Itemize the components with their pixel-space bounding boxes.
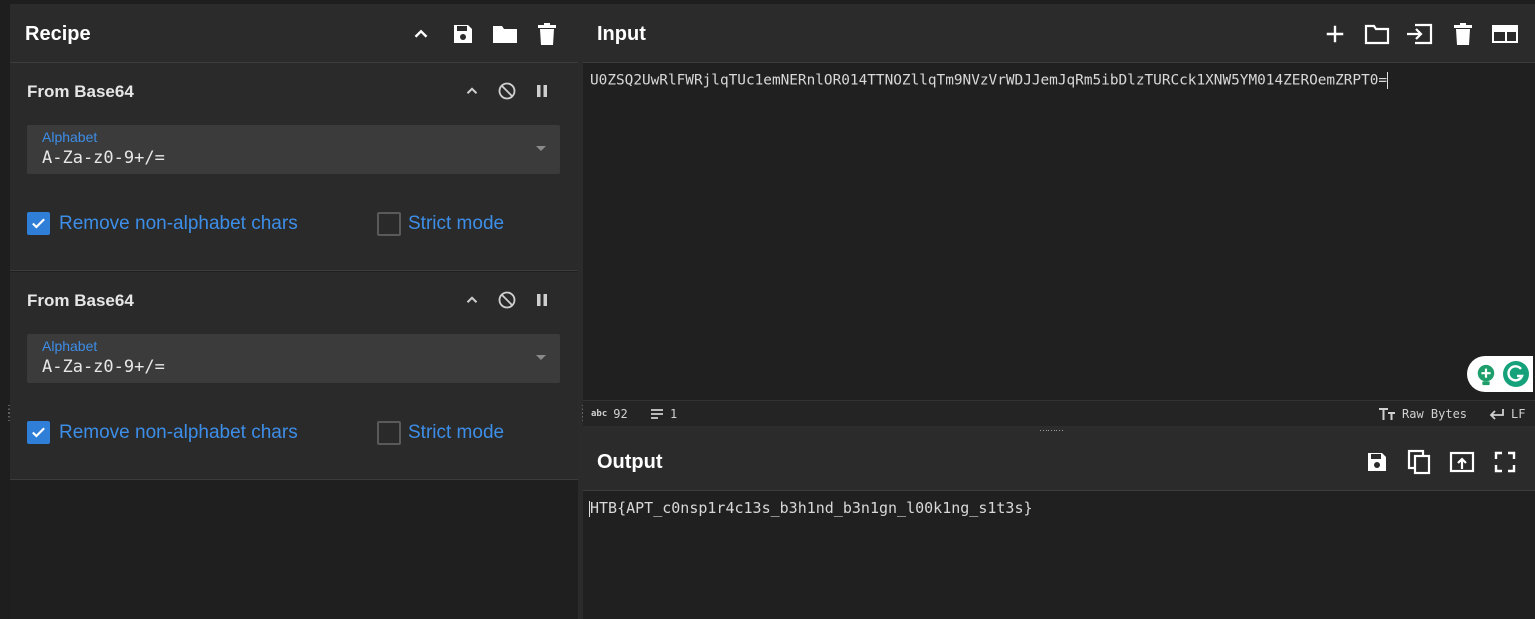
operation-title: From Base64	[27, 82, 134, 101]
length-value: 92	[613, 407, 628, 421]
save-output-icon[interactable]	[1363, 448, 1391, 476]
text-format-icon	[1378, 407, 1396, 421]
disable-op-icon[interactable]	[495, 79, 519, 103]
input-title: Input	[597, 23, 646, 45]
collapse-op-icon[interactable]	[460, 288, 484, 312]
operation-title: From Base64	[27, 291, 134, 310]
output-title: Output	[597, 451, 663, 473]
recipe-title: Recipe	[25, 23, 91, 45]
output-text: HTB{APT_c0nsp1r4c13s_b3h1nd_b3n1gn_l00k1…	[590, 499, 1033, 517]
alphabet-label: Alphabet	[42, 338, 98, 354]
eol-value: LF	[1511, 407, 1526, 421]
strict-mode-checkbox[interactable]	[377, 212, 401, 236]
remove-non-alphabet-checkbox[interactable]	[27, 421, 50, 444]
disable-op-icon[interactable]	[495, 288, 519, 312]
add-bulb-icon	[1475, 364, 1497, 386]
input-text: U0ZSQ2UwRlFWRjlqTUc1emNERnlOR014TTNOZllq…	[590, 72, 1388, 89]
alphabet-select[interactable]: Alphabet A-Za-z0-9+/=	[27, 334, 560, 383]
return-arrow-icon	[1489, 408, 1505, 420]
alphabet-select[interactable]: Alphabet A-Za-z0-9+/=	[27, 125, 560, 174]
input-status-bar: abc 92 1 Raw Bytes LF	[583, 400, 1535, 427]
pause-op-icon[interactable]	[530, 79, 554, 103]
pause-op-icon[interactable]	[530, 288, 554, 312]
strict-mode-label[interactable]: Strict mode	[408, 422, 504, 444]
clear-input-trash-icon[interactable]	[1449, 20, 1477, 48]
assistant-widget[interactable]	[1467, 356, 1533, 392]
clear-recipe-trash-icon[interactable]	[533, 20, 561, 48]
operation-from-base64-1: From Base64 Alphabet A-Za-z0-9+/= Remove…	[10, 63, 578, 271]
save-recipe-icon[interactable]	[449, 20, 477, 48]
remove-non-alphabet-label[interactable]: Remove non-alphabet chars	[59, 422, 298, 444]
output-panel: Output HTB{APT_c0nsp1r4c13s_b3h1nd_b3n1g…	[583, 432, 1535, 619]
encoding-selector[interactable]: Raw Bytes	[1378, 407, 1467, 421]
input-panel: Input U0ZSQ2UwRlFWRjlqTUc1emNERnlOR014TT…	[583, 4, 1535, 426]
lines-value: 1	[670, 407, 678, 421]
output-header: Output	[583, 432, 1535, 491]
strict-mode-checkbox[interactable]	[377, 421, 401, 445]
output-textarea[interactable]: HTB{APT_c0nsp1r4c13s_b3h1nd_b3n1gn_l00k1…	[589, 499, 1033, 517]
operation-from-base64-2: From Base64 Alphabet A-Za-z0-9+/= Remove…	[10, 272, 578, 480]
collapse-op-icon[interactable]	[460, 79, 484, 103]
alphabet-label: Alphabet	[42, 129, 98, 145]
length-indicator: abc 92	[591, 407, 628, 421]
grammarly-logo-icon	[1502, 360, 1530, 388]
copy-output-icon[interactable]	[1405, 448, 1433, 476]
eol-selector[interactable]: LF	[1489, 407, 1525, 421]
input-header: Input	[583, 4, 1535, 63]
abc-icon: abc	[591, 409, 608, 419]
strict-mode-label[interactable]: Strict mode	[408, 213, 504, 235]
text-cursor	[1387, 72, 1389, 89]
lines-icon	[650, 408, 664, 420]
open-folder-icon[interactable]	[1363, 20, 1391, 48]
load-recipe-folder-icon[interactable]	[491, 20, 519, 48]
alphabet-value: A-Za-z0-9+/=	[42, 357, 165, 377]
layout-toggle-icon[interactable]	[1491, 20, 1519, 48]
dropdown-caret-icon	[536, 355, 546, 360]
recipe-header: Recipe	[10, 4, 578, 63]
input-textarea[interactable]: U0ZSQ2UwRlFWRjlqTUc1emNERnlOR014TTNOZllq…	[590, 72, 1389, 89]
recipe-panel: Recipe From Base64 Alphabet A-Za-z0-9+/=	[10, 4, 579, 619]
lines-indicator: 1	[650, 407, 677, 421]
maximise-output-icon[interactable]	[1491, 448, 1519, 476]
remove-non-alphabet-checkbox[interactable]	[27, 212, 50, 235]
encoding-value: Raw Bytes	[1402, 407, 1468, 421]
alphabet-value: A-Za-z0-9+/=	[42, 148, 165, 168]
recipe-resize-handle[interactable]: ⋮ ⋮ ⋮	[4, 405, 14, 423]
replace-input-icon[interactable]	[1448, 448, 1476, 476]
open-file-icon[interactable]	[1405, 20, 1433, 48]
dropdown-caret-icon	[536, 146, 546, 151]
add-input-plus-icon[interactable]	[1321, 20, 1349, 48]
remove-non-alphabet-label[interactable]: Remove non-alphabet chars	[59, 213, 298, 235]
collapse-all-icon[interactable]	[407, 20, 435, 48]
